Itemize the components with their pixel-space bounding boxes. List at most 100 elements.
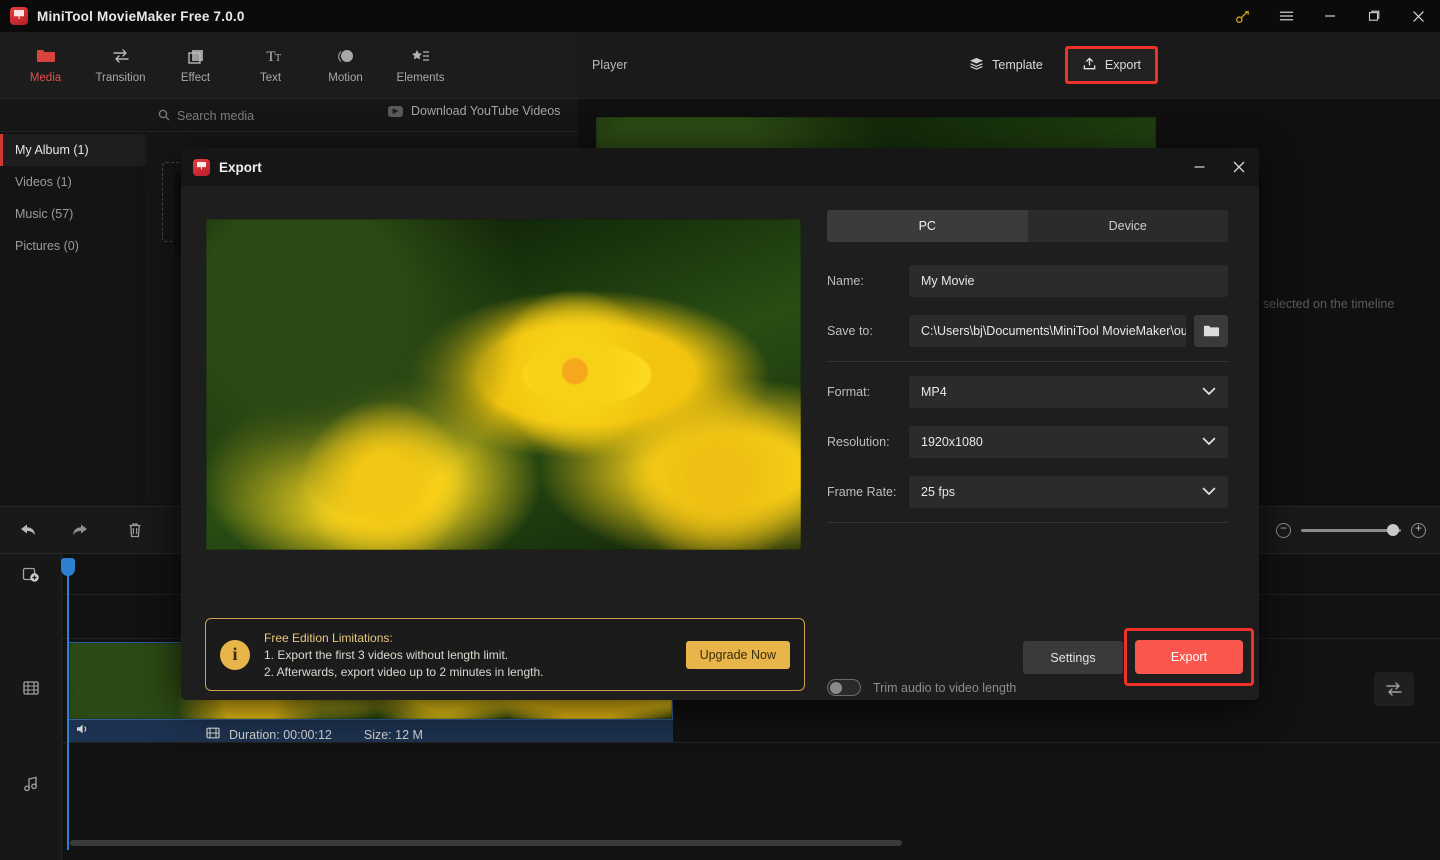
- minimize-icon[interactable]: [1308, 0, 1352, 32]
- player-hint-text: selected on the timeline: [1263, 297, 1395, 311]
- effect-layers-icon: [186, 46, 206, 66]
- name-row: Name: My Movie: [827, 265, 1228, 297]
- format-select[interactable]: MP4: [909, 376, 1228, 408]
- maximize-icon[interactable]: [1352, 0, 1396, 32]
- name-input[interactable]: My Movie: [909, 265, 1228, 297]
- resolution-label: Resolution:: [827, 435, 890, 449]
- download-youtube-label: Download YouTube Videos: [411, 104, 561, 118]
- resolution-select[interactable]: 1920x1080: [909, 426, 1228, 458]
- search-placeholder: Search media: [177, 109, 255, 123]
- sidebar-item-label: My Album (1): [15, 143, 89, 157]
- export-label: Export: [1104, 58, 1141, 72]
- redo-icon[interactable]: [54, 506, 108, 554]
- notice-text: Free Edition Limitations: 1. Export the …: [264, 631, 544, 679]
- svg-text:T: T: [274, 53, 280, 64]
- swap-arrows-icon[interactable]: [1374, 672, 1414, 706]
- format-label: Format:: [827, 385, 871, 399]
- nav-tab-label: Motion: [328, 72, 363, 84]
- export-dialog: Export Duration: 00:00:12 Size: 12 M PC …: [181, 148, 1259, 742]
- framerate-value: 25 fps: [921, 485, 956, 499]
- trim-audio-label: Trim audio to video length: [873, 680, 1017, 695]
- framerate-label: Frame Rate:: [827, 485, 897, 499]
- info-icon: i: [220, 639, 250, 670]
- upload-icon: [1082, 56, 1097, 74]
- format-value: MP4: [921, 385, 947, 399]
- sidebar-item-music[interactable]: Music (57): [0, 198, 146, 230]
- sidebar-item-my-album[interactable]: My Album (1): [0, 134, 146, 166]
- sidebar-item-pictures[interactable]: Pictures (0): [0, 230, 146, 262]
- minimize-icon[interactable]: [1179, 148, 1219, 186]
- player-header: Player Template Export: [578, 32, 1440, 99]
- undo-icon[interactable]: [0, 506, 54, 554]
- free-edition-notice: i Free Edition Limitations: 1. Export th…: [205, 618, 805, 691]
- film-icon: [206, 726, 220, 743]
- sidebar-item-label: Music (57): [15, 207, 74, 221]
- audio-track-icon[interactable]: [0, 764, 62, 804]
- app-window: MiniTool MovieMaker Free 7.0.0 Media Tra…: [0, 0, 1440, 860]
- nav-tab-label: Media: [29, 72, 62, 84]
- save-to-input[interactable]: C:\Users\bj\Documents\MiniTool MovieMake…: [909, 315, 1186, 347]
- nav-tab-effect[interactable]: Effect: [158, 35, 233, 95]
- save-to-row: Save to: C:\Users\bj\Documents\MiniTool …: [827, 315, 1228, 347]
- size-text: Size: 12 M: [363, 727, 423, 742]
- settings-button[interactable]: Settings: [1023, 641, 1123, 674]
- notice-line-2: 2. Afterwards, export video up to 2 minu…: [264, 664, 544, 679]
- export-button-highlight: Export: [1124, 628, 1254, 686]
- track-gutter: [0, 554, 62, 860]
- sidebar-item-videos[interactable]: Videos (1): [0, 166, 146, 198]
- tab-pc[interactable]: PC: [827, 210, 1028, 242]
- upgrade-now-button[interactable]: Upgrade Now: [685, 640, 790, 669]
- zoom-slider[interactable]: [1301, 524, 1401, 536]
- close-icon[interactable]: [1396, 0, 1440, 32]
- nav-tab-elements[interactable]: Elements: [383, 35, 458, 95]
- timeline-scrollbar[interactable]: [70, 840, 902, 846]
- trim-audio-row: Trim audio to video length: [827, 679, 1016, 696]
- zoom-out-button[interactable]: −: [1276, 522, 1291, 538]
- template-button[interactable]: Template: [955, 46, 1057, 84]
- framerate-row: Frame Rate: 25 fps: [827, 476, 1228, 508]
- main-nav-tabs: Media Transition Effect TT Text Motion E…: [0, 32, 578, 99]
- sidebar-item-label: Videos (1): [15, 175, 72, 189]
- motion-icon: [336, 46, 356, 66]
- nav-tab-media[interactable]: Media: [8, 35, 83, 95]
- trim-audio-toggle[interactable]: [827, 679, 861, 696]
- nav-tab-label: Effect: [180, 72, 211, 84]
- nav-tab-motion[interactable]: Motion: [308, 35, 383, 95]
- template-label: Template: [992, 58, 1043, 72]
- export-button-toolbar[interactable]: Export: [1064, 46, 1158, 84]
- key-icon[interactable]: [1220, 0, 1264, 32]
- zoom-slider-handle[interactable]: [1387, 524, 1399, 536]
- zoom-in-button[interactable]: +: [1411, 522, 1426, 538]
- menu-icon[interactable]: [1264, 0, 1308, 32]
- app-logo-icon: [193, 158, 210, 176]
- download-youtube-button[interactable]: ▶ Download YouTube Videos: [388, 104, 560, 118]
- save-to-label: Save to:: [827, 324, 873, 338]
- nav-tab-label: Text: [259, 72, 282, 84]
- playhead[interactable]: [61, 558, 75, 850]
- nav-tab-transition[interactable]: Transition: [83, 35, 158, 95]
- close-icon[interactable]: [1219, 148, 1259, 186]
- export-button[interactable]: Export: [1135, 640, 1243, 674]
- chevron-down-icon: [1202, 485, 1216, 499]
- speaker-icon[interactable]: [76, 722, 90, 740]
- resolution-value: 1920x1080: [921, 435, 983, 449]
- export-preview-image: [206, 219, 801, 550]
- tab-device[interactable]: Device: [1028, 210, 1229, 242]
- search-icon: [158, 109, 170, 124]
- chevron-down-icon: [1202, 435, 1216, 449]
- duration-text: Duration: 00:00:12: [229, 727, 332, 742]
- trash-icon[interactable]: [108, 506, 162, 554]
- text-icon: TT: [261, 46, 281, 66]
- framerate-select[interactable]: 25 fps: [909, 476, 1228, 508]
- window-controls: [1220, 0, 1440, 32]
- resolution-row: Resolution: 1920x1080: [827, 426, 1228, 458]
- add-media-icon[interactable]: [0, 554, 62, 594]
- video-track-icon[interactable]: [0, 668, 62, 708]
- playhead-handle[interactable]: [61, 558, 75, 576]
- nav-tab-label: Elements: [396, 72, 445, 84]
- search-input[interactable]: Search media: [158, 104, 338, 128]
- nav-tab-text[interactable]: TT Text: [233, 35, 308, 95]
- folder-open-icon[interactable]: [1194, 315, 1228, 347]
- chevron-down-icon: [1202, 385, 1216, 399]
- nav-tab-label: Transition: [95, 72, 146, 84]
